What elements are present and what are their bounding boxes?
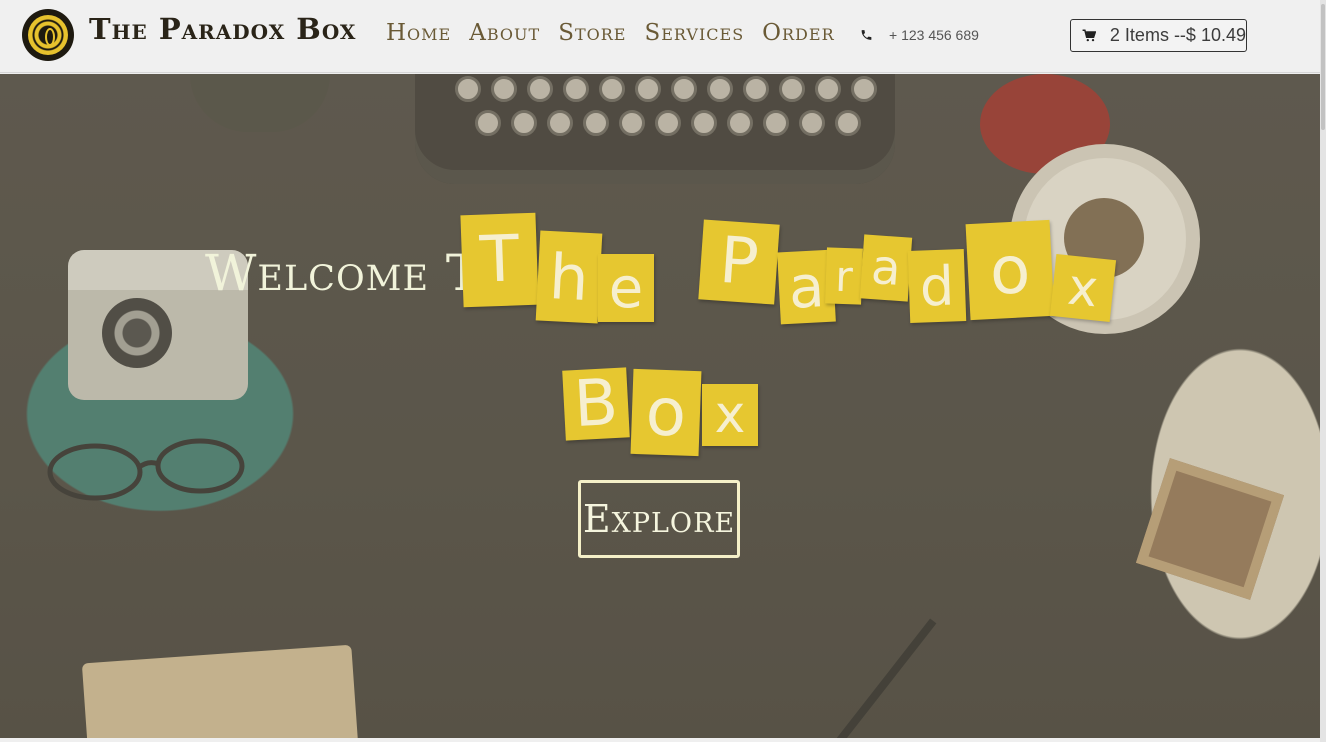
title-tile: x [1049, 254, 1117, 322]
nav-item-order[interactable]: Order [762, 20, 834, 46]
nav-item-store[interactable]: Store [558, 20, 626, 46]
title-tile: o [630, 368, 702, 457]
title-tile: B [562, 366, 630, 442]
title-tile: x [702, 384, 758, 446]
title-tile: a [859, 234, 913, 302]
title-tile: P [698, 219, 780, 305]
nav-item-services[interactable]: Services [644, 20, 744, 46]
brand-name[interactable]: The Paradox Box [89, 12, 356, 46]
cart-summary: 2 Items --$ 10.49 [1109, 25, 1246, 45]
title-tile: o [965, 219, 1055, 321]
main-nav: Home About Store Services Order [386, 20, 835, 46]
phone-contact: + 123 456 689 [860, 27, 979, 43]
nav-item-home[interactable]: Home [386, 20, 451, 46]
title-tile: d [907, 249, 967, 323]
title-tile: e [598, 254, 654, 322]
explore-button[interactable]: Explore [578, 480, 740, 558]
nav-item-about[interactable]: About [469, 20, 540, 46]
phone-number[interactable]: + 123 456 689 [889, 27, 979, 43]
title-tile: T [460, 212, 539, 308]
phone-icon [861, 30, 872, 40]
cart-button[interactable]: 2 Items --$ 10.49 [1070, 19, 1247, 52]
cart-icon [1082, 29, 1096, 42]
title-tile: r [825, 247, 863, 305]
logo-icon[interactable] [22, 9, 74, 61]
hero-banner: Welcome To T h e P a r a d o x B o x Exp… [0, 74, 1320, 738]
top-navbar: The Paradox Box Home About Store Service… [0, 0, 1326, 73]
scrollbar-thumb[interactable] [1321, 4, 1325, 130]
title-tile: h [535, 230, 603, 324]
